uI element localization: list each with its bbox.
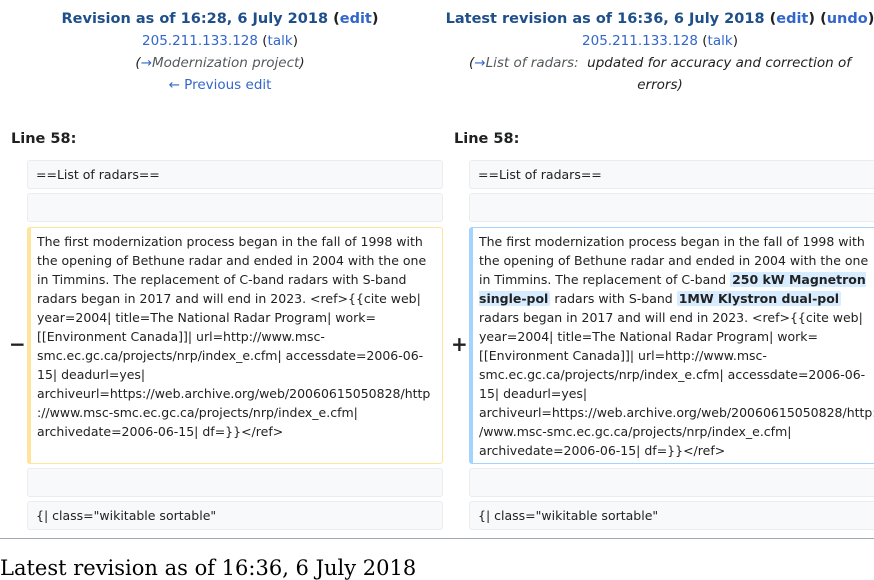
previous-edit-link[interactable]: ← Previous edit xyxy=(169,77,272,93)
old-user-link[interactable]: 205.211.133.128 xyxy=(142,33,258,49)
old-revision-link[interactable]: Revision as of 16:28, 6 July 2018 xyxy=(62,11,329,27)
added-line-marker: + xyxy=(451,332,468,356)
new-edit-link[interactable]: edit xyxy=(776,11,808,27)
new-section-arrow-link[interactable]: →List of radars: xyxy=(474,55,578,71)
new-revision-header: Latest revision as of 16:36, 6 July 2018… xyxy=(436,8,874,96)
old-section-arrow-link[interactable]: → xyxy=(141,55,152,71)
new-revision-link[interactable]: Latest revision as of 16:36, 6 July 2018 xyxy=(446,11,765,27)
right-line-number: Line 58: xyxy=(454,131,520,147)
left-context-line-5: {| class="wikitable sortable" xyxy=(27,501,443,530)
left-context-line-1: ==List of radars== xyxy=(27,160,443,189)
right-context-line-4 xyxy=(469,468,874,497)
added-line: The first modernization process began in… xyxy=(469,227,874,464)
inserted-text-2: 1MW Klystron dual-pol xyxy=(676,291,842,306)
left-context-line-4 xyxy=(27,468,443,497)
separator xyxy=(0,538,874,539)
undo-link[interactable]: undo xyxy=(827,11,868,27)
left-context-line-2 xyxy=(27,193,443,222)
right-context-line-5: {| class="wikitable sortable" xyxy=(469,501,874,530)
right-context-line-2 xyxy=(469,193,874,222)
new-edit-summary: (→List of radars: updated for accuracy a… xyxy=(468,55,852,93)
old-revision-header: Revision as of 16:28, 6 July 2018 (edit)… xyxy=(0,8,440,96)
new-talk-link[interactable]: talk xyxy=(708,33,733,49)
old-edit-summary: (→Modernization project) xyxy=(135,55,305,71)
old-edit-link[interactable]: edit xyxy=(340,11,372,27)
deleted-line: The first modernization process began in… xyxy=(27,227,443,464)
right-context-line-1: ==List of radars== xyxy=(469,160,874,189)
old-talk-link[interactable]: talk xyxy=(268,33,293,49)
left-line-number: Line 58: xyxy=(11,131,77,147)
deleted-line-marker: − xyxy=(9,332,26,356)
new-user-link[interactable]: 205.211.133.128 xyxy=(582,33,698,49)
revision-page-heading: Latest revision as of 16:36, 6 July 2018 xyxy=(0,556,417,580)
